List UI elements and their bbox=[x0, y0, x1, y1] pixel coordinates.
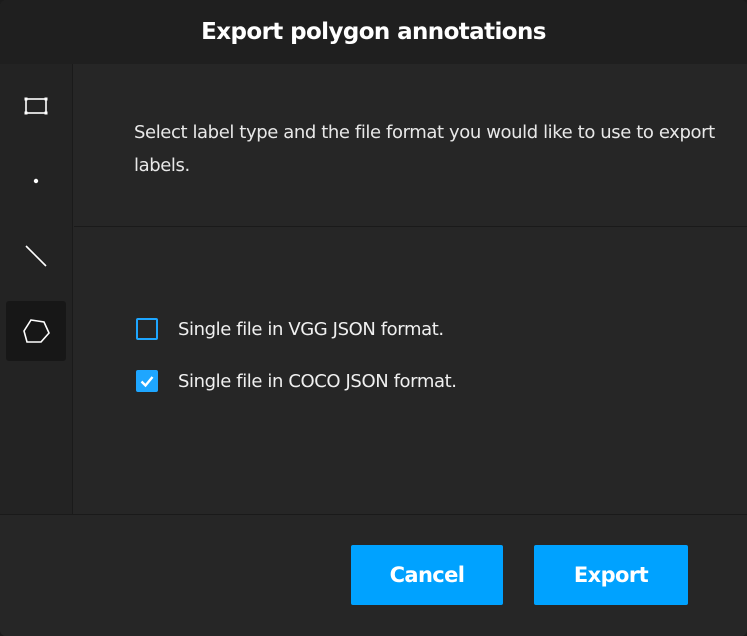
tool-polygon[interactable] bbox=[6, 301, 66, 361]
export-dialog: Export polygon annotations Select label … bbox=[0, 0, 747, 636]
export-button[interactable]: Export bbox=[534, 545, 688, 605]
content-divider bbox=[74, 226, 747, 227]
tool-rectangle[interactable] bbox=[6, 76, 66, 136]
cancel-button[interactable]: Cancel bbox=[351, 545, 503, 605]
option-label: Single file in COCO JSON format. bbox=[178, 370, 457, 392]
dialog-title: Export polygon annotations bbox=[201, 19, 546, 45]
option-vgg-json[interactable]: Single file in VGG JSON format. bbox=[136, 316, 457, 342]
rectangle-icon bbox=[24, 97, 48, 115]
tool-line[interactable] bbox=[6, 226, 66, 286]
point-icon bbox=[33, 178, 39, 184]
checkmark-icon bbox=[140, 376, 154, 388]
line-icon bbox=[25, 245, 47, 267]
polygon-icon bbox=[23, 319, 50, 343]
option-coco-json[interactable]: Single file in COCO JSON format. bbox=[136, 368, 457, 394]
dialog-footer: Cancel Export bbox=[0, 514, 747, 636]
tool-point[interactable] bbox=[6, 151, 66, 211]
dialog-header: Export polygon annotations bbox=[0, 0, 747, 64]
dialog-description: Select label type and the file format yo… bbox=[134, 122, 715, 176]
vgg-json-checkbox[interactable] bbox=[136, 318, 158, 340]
format-options: Single file in VGG JSON format. Single f… bbox=[136, 316, 457, 420]
label-type-sidebar bbox=[0, 64, 73, 514]
coco-json-checkbox[interactable] bbox=[136, 370, 158, 392]
option-label: Single file in VGG JSON format. bbox=[178, 318, 444, 340]
dialog-content: Select label type and the file format yo… bbox=[74, 64, 747, 514]
